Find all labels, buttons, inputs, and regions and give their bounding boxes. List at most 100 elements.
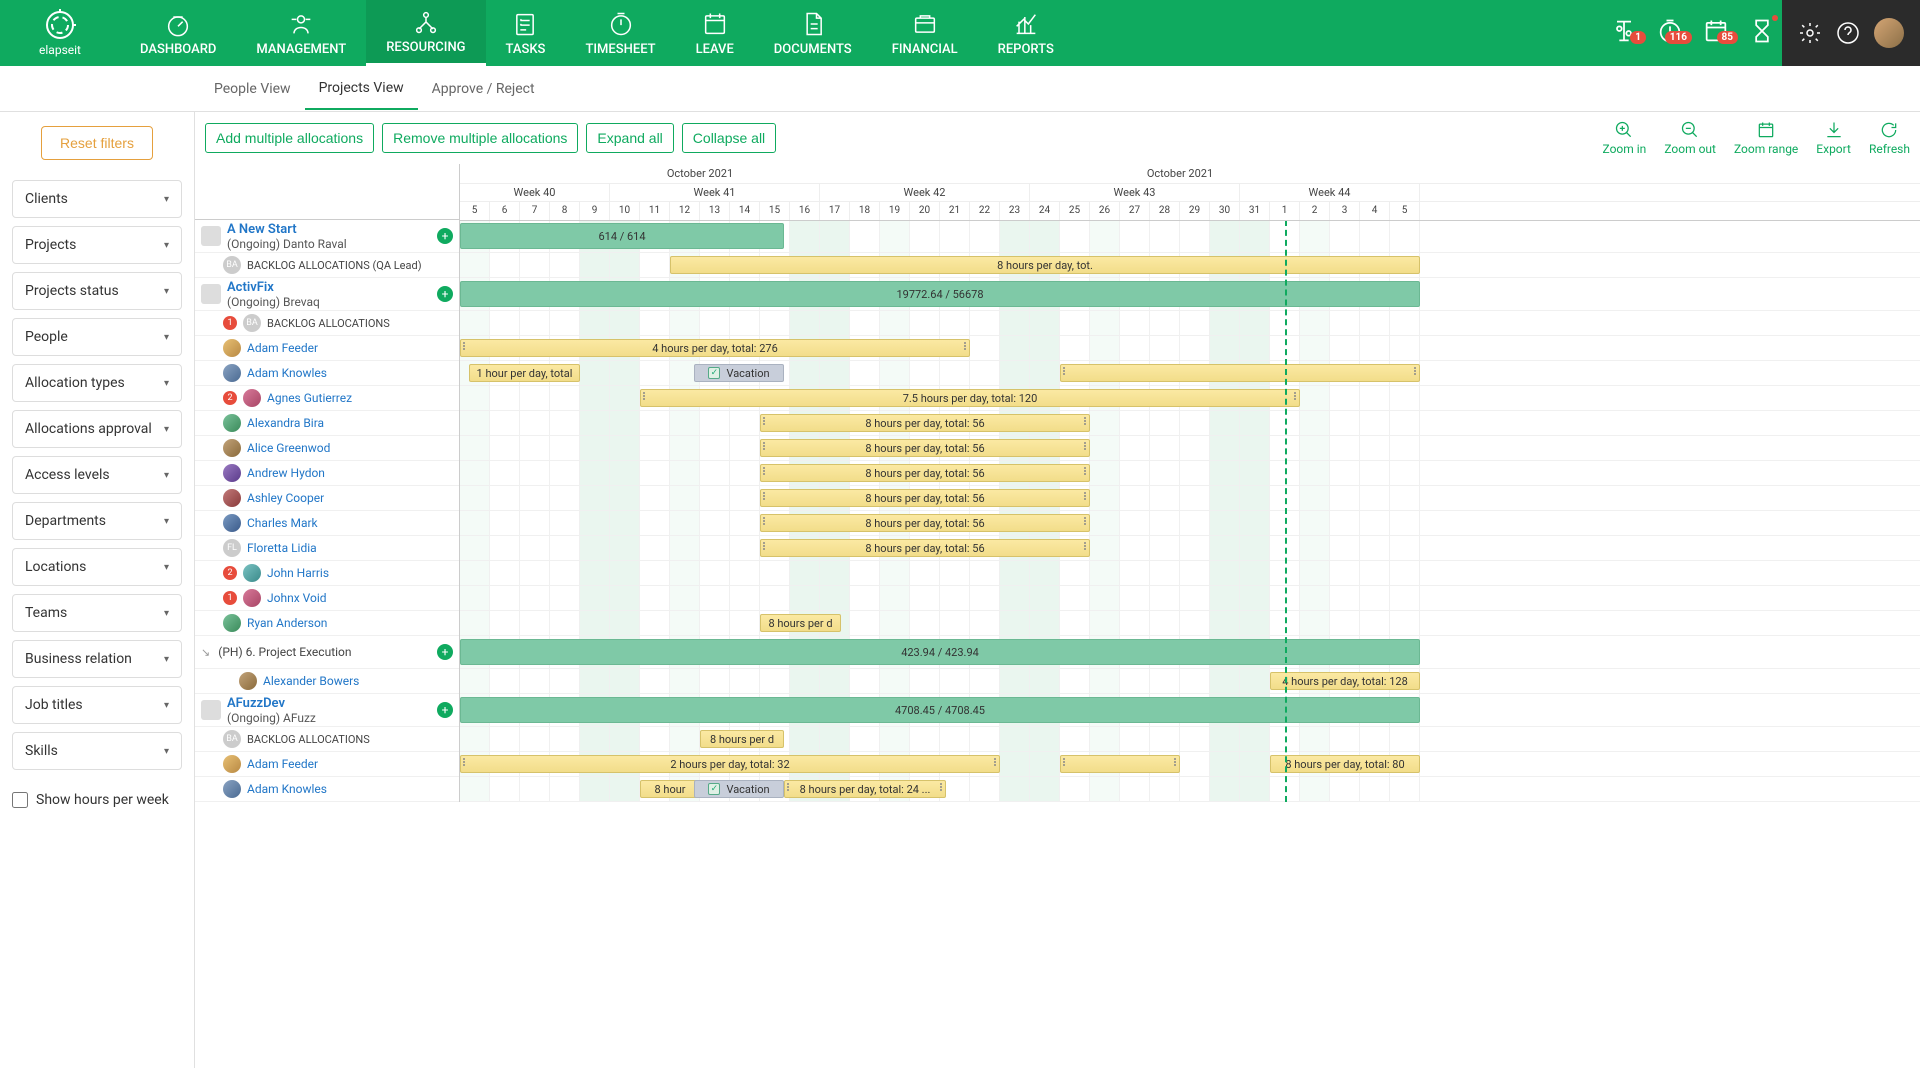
person-row[interactable]: Adam Knowles: [195, 777, 459, 802]
filter-departments[interactable]: Departments▾: [12, 502, 182, 540]
person-row[interactable]: Charles Mark: [195, 511, 459, 536]
nav-management[interactable]: MANAGEMENT: [236, 0, 366, 66]
user-avatar[interactable]: [1874, 18, 1904, 48]
app-header: elapseit DASHBOARDMANAGEMENTRESOURCINGTA…: [0, 0, 1920, 66]
person-row[interactable]: Andrew Hydon: [195, 461, 459, 486]
tab-people-view[interactable]: People View: [200, 69, 305, 109]
zoom-out-button[interactable]: Zoom out: [1664, 120, 1716, 156]
gantt-right-pane: October 2021October 2021 Week 40Week 41W…: [460, 164, 1920, 802]
collapse-sidebar-handle[interactable]: ⟵: [195, 112, 201, 120]
person-row[interactable]: Alexander Bowers: [195, 669, 459, 694]
gear-icon[interactable]: [1798, 21, 1822, 45]
hourglass-icon[interactable]: [1742, 11, 1782, 55]
add-allocations-button[interactable]: Add multiple allocations: [205, 123, 374, 153]
filter-job-titles[interactable]: Job titles▾: [12, 686, 182, 724]
export-button[interactable]: Export: [1816, 120, 1851, 156]
allocation-bar[interactable]: 2 hours per day, total: 32: [460, 755, 1000, 773]
calendar-icon[interactable]: 85: [1696, 11, 1736, 55]
nav-tasks[interactable]: TASKS: [486, 0, 566, 66]
allocation-bar[interactable]: 4 hours per day, total: 276: [460, 339, 970, 357]
refresh-button[interactable]: Refresh: [1869, 120, 1910, 156]
person-row[interactable]: Adam Feeder: [195, 336, 459, 361]
help-icon[interactable]: [1836, 21, 1860, 45]
allocation-bar[interactable]: 8 hours per day, total: 56: [760, 514, 1090, 532]
allocation-bar[interactable]: [1060, 755, 1180, 773]
brand-logo[interactable]: elapseit: [0, 0, 120, 66]
backlog-row[interactable]: 1BABACKLOG ALLOCATIONS: [195, 311, 459, 336]
zoom-range-button[interactable]: Zoom range: [1734, 120, 1798, 156]
nav-reports[interactable]: REPORTS: [978, 0, 1074, 66]
show-hours-checkbox[interactable]: Show hours per week: [12, 788, 182, 808]
reset-filters-button[interactable]: Reset filters: [41, 126, 153, 160]
allocation-bar[interactable]: 8 hours per day, total: 56: [760, 439, 1090, 457]
allocation-bar[interactable]: 8 hours per day, total: 56: [760, 489, 1090, 507]
filter-clients[interactable]: Clients▾: [12, 180, 182, 218]
project-row[interactable]: ↘AFuzzDev(Ongoing) AFuzz+: [195, 694, 459, 727]
alerts-badge: 1: [1630, 31, 1646, 44]
nav-dashboard[interactable]: DASHBOARD: [120, 0, 236, 66]
person-row[interactable]: Adam Feeder: [195, 752, 459, 777]
filter-skills[interactable]: Skills▾: [12, 732, 182, 770]
allocation-bar[interactable]: 8 hours per day, total: 56: [760, 414, 1090, 432]
tab-approve-reject[interactable]: Approve / Reject: [418, 69, 549, 109]
allocation-bar[interactable]: 1 hour per day, total: [469, 364, 580, 382]
show-hours-input[interactable]: [12, 792, 28, 808]
person-row[interactable]: Ryan Anderson: [195, 611, 459, 636]
filter-projects-status[interactable]: Projects status▾: [12, 272, 182, 310]
project-bar[interactable]: 614 / 614: [460, 223, 784, 249]
project-bar[interactable]: 19772.64 / 56678: [460, 281, 1420, 307]
add-button[interactable]: +: [437, 702, 453, 718]
allocation-bar[interactable]: 8 hours per d: [700, 730, 784, 748]
backlog-row[interactable]: BABACKLOG ALLOCATIONS (QA Lead): [195, 253, 459, 278]
allocation-bar[interactable]: ✓Vacation: [694, 780, 784, 798]
project-row[interactable]: ↘A New Start(Ongoing) Danto Raval+: [195, 220, 459, 253]
allocation-bar[interactable]: 8 hours per day, tot.: [670, 256, 1420, 274]
filter-allocation-types[interactable]: Allocation types▾: [12, 364, 182, 402]
allocation-bar[interactable]: 8 hour: [640, 780, 700, 798]
person-row[interactable]: Alice Greenwod: [195, 436, 459, 461]
allocation-bar[interactable]: 8 hours per day, total: 56: [760, 464, 1090, 482]
phase-row[interactable]: ↘(PH) 6. Project Execution+: [195, 636, 459, 669]
collapse-all-button[interactable]: Collapse all: [682, 123, 776, 153]
allocation-bar[interactable]: 7.5 hours per day, total: 120: [640, 389, 1300, 407]
nav-resourcing[interactable]: RESOURCING: [366, 0, 485, 66]
tab-projects-view[interactable]: Projects View: [305, 68, 418, 110]
nav-financial[interactable]: FINANCIAL: [872, 0, 978, 66]
alerts-icon[interactable]: 1: [1604, 11, 1644, 55]
expand-all-button[interactable]: Expand all: [586, 123, 673, 153]
allocation-bar[interactable]: ✓Vacation: [694, 364, 784, 382]
filter-business-relation[interactable]: Business relation▾: [12, 640, 182, 678]
allocation-bar[interactable]: 4 hours per day, total: 128: [1270, 672, 1420, 690]
filter-projects[interactable]: Projects▾: [12, 226, 182, 264]
backlog-row[interactable]: BABACKLOG ALLOCATIONS: [195, 727, 459, 752]
filter-locations[interactable]: Locations▾: [12, 548, 182, 586]
project-row[interactable]: ↘ActivFix(Ongoing) Brevaq+: [195, 278, 459, 311]
person-row[interactable]: Ashley Cooper: [195, 486, 459, 511]
person-row[interactable]: 2John Harris: [195, 561, 459, 586]
person-row[interactable]: 1Johnx Void: [195, 586, 459, 611]
allocation-bar[interactable]: 8 hours per d: [760, 614, 841, 632]
add-button[interactable]: +: [437, 286, 453, 302]
nav-documents[interactable]: DOCUMENTS: [754, 0, 872, 66]
timer-icon[interactable]: 116: [1650, 11, 1690, 55]
person-row[interactable]: Adam Knowles: [195, 361, 459, 386]
add-button[interactable]: +: [437, 644, 453, 660]
filter-allocations-approval[interactable]: Allocations approval▾: [12, 410, 182, 448]
filter-access-levels[interactable]: Access levels▾: [12, 456, 182, 494]
person-row[interactable]: 2Agnes Gutierrez: [195, 386, 459, 411]
filter-teams[interactable]: Teams▾: [12, 594, 182, 632]
nav-timesheet[interactable]: TIMESHEET: [565, 0, 675, 66]
remove-allocations-button[interactable]: Remove multiple allocations: [382, 123, 578, 153]
add-button[interactable]: +: [437, 228, 453, 244]
zoom-in-button[interactable]: Zoom in: [1603, 120, 1647, 156]
allocation-bar[interactable]: 8 hours per day, total: 24 ...: [784, 780, 946, 798]
allocation-bar[interactable]: 8 hours per day, total: 56: [760, 539, 1090, 557]
nav-leave[interactable]: LEAVE: [676, 0, 754, 66]
allocation-bar[interactable]: 8 hours per day, total: 80: [1270, 755, 1420, 773]
project-bar[interactable]: 4708.45 / 4708.45: [460, 697, 1420, 723]
project-bar[interactable]: 423.94 / 423.94: [460, 639, 1420, 665]
person-row[interactable]: FLFloretta Lidia: [195, 536, 459, 561]
allocation-bar[interactable]: [1060, 364, 1420, 382]
person-row[interactable]: Alexandra Bira: [195, 411, 459, 436]
filter-people[interactable]: People▾: [12, 318, 182, 356]
